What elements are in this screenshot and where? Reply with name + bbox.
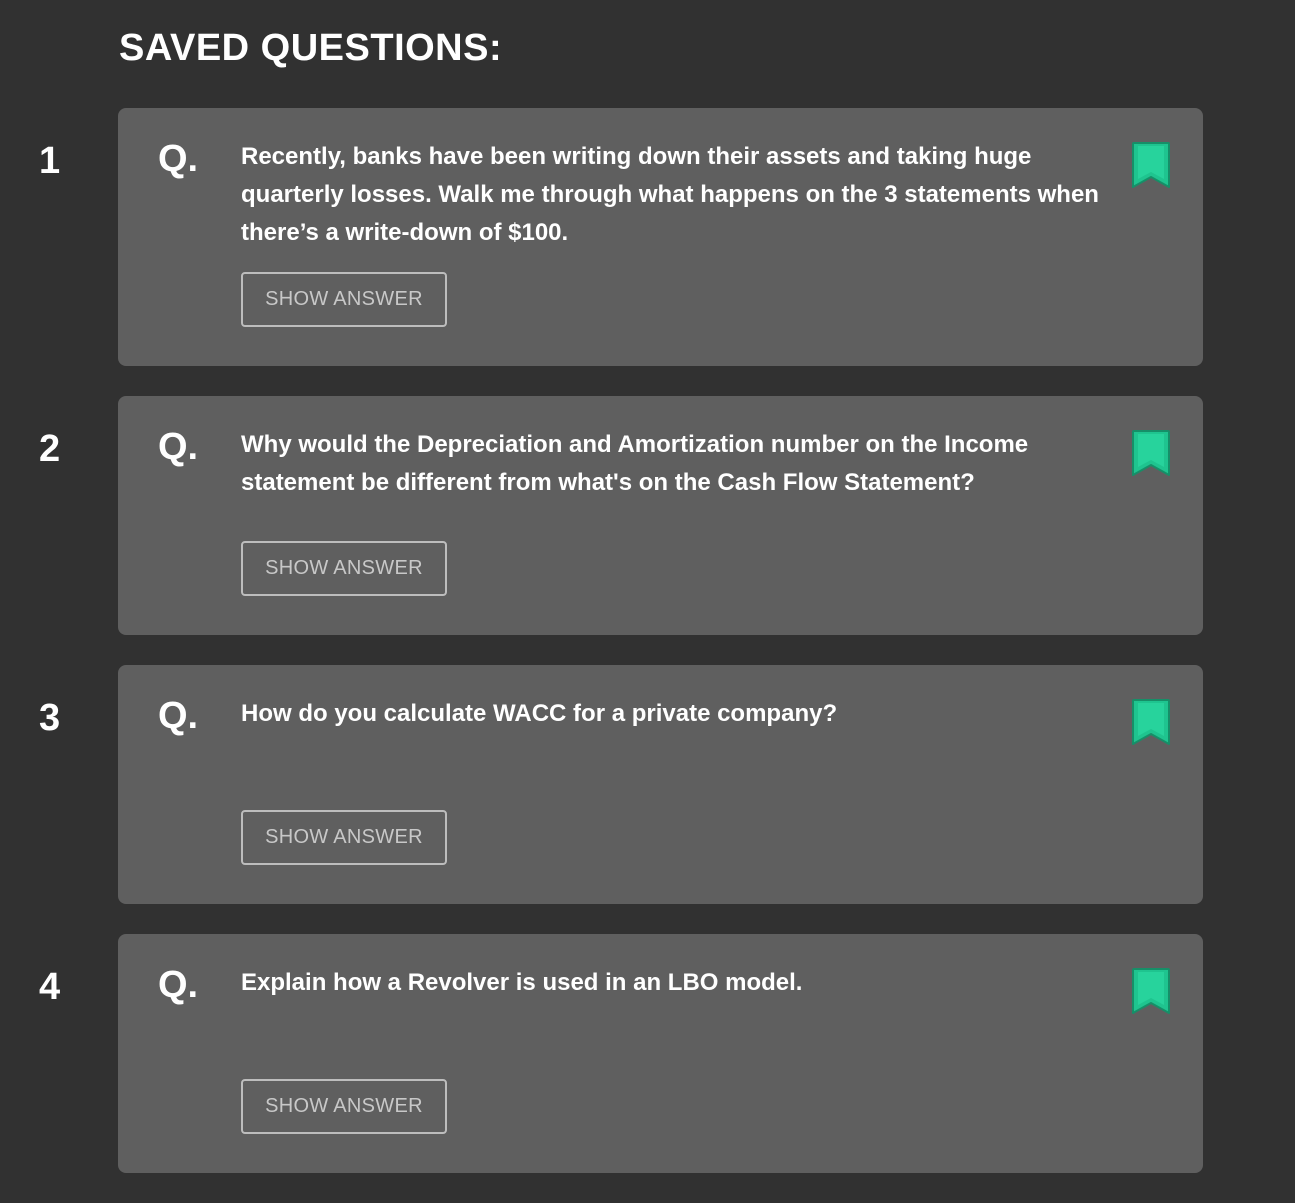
question-marker: Q.: [158, 138, 199, 180]
question-text: Why would the Depreciation and Amortizat…: [241, 431, 1029, 496]
question-number: 3: [39, 697, 61, 739]
question-text: Recently, banks have been writing down t…: [241, 143, 1099, 246]
bookmark-icon[interactable]: [1132, 430, 1170, 476]
question-marker: Q.: [158, 964, 199, 1006]
show-answer-button[interactable]: SHOW ANSWER: [241, 272, 447, 327]
question-text: Explain how a Revolver is used in an LBO…: [241, 969, 803, 996]
question-list: 1 Q. Recently, banks have been writing d…: [0, 108, 1295, 1203]
show-answer-button[interactable]: SHOW ANSWER: [241, 541, 447, 596]
bookmark-icon[interactable]: [1132, 142, 1170, 188]
question-card: Q. How do you calculate WACC for a priva…: [118, 665, 1203, 904]
question-card: Q. Recently, banks have been writing dow…: [118, 108, 1203, 366]
question-number: 4: [39, 966, 61, 1008]
page-title: SAVED QUESTIONS:: [119, 27, 503, 69]
question-card: Q. Why would the Depreciation and Amorti…: [118, 396, 1203, 635]
show-answer-button[interactable]: SHOW ANSWER: [241, 1079, 447, 1134]
question-number: 1: [39, 140, 61, 182]
question-card: Q. Explain how a Revolver is used in an …: [118, 934, 1203, 1173]
question-text: How do you calculate WACC for a private …: [241, 700, 838, 727]
question-item: 4 Q. Explain how a Revolver is used in a…: [0, 934, 1295, 1173]
question-item: 2 Q. Why would the Depreciation and Amor…: [0, 396, 1295, 635]
question-number: 2: [39, 428, 61, 470]
question-marker: Q.: [158, 695, 199, 737]
question-item: 1 Q. Recently, banks have been writing d…: [0, 108, 1295, 366]
bookmark-icon[interactable]: [1132, 968, 1170, 1014]
question-item: 3 Q. How do you calculate WACC for a pri…: [0, 665, 1295, 904]
bookmark-icon[interactable]: [1132, 699, 1170, 745]
show-answer-button[interactable]: SHOW ANSWER: [241, 810, 447, 865]
question-marker: Q.: [158, 426, 199, 468]
